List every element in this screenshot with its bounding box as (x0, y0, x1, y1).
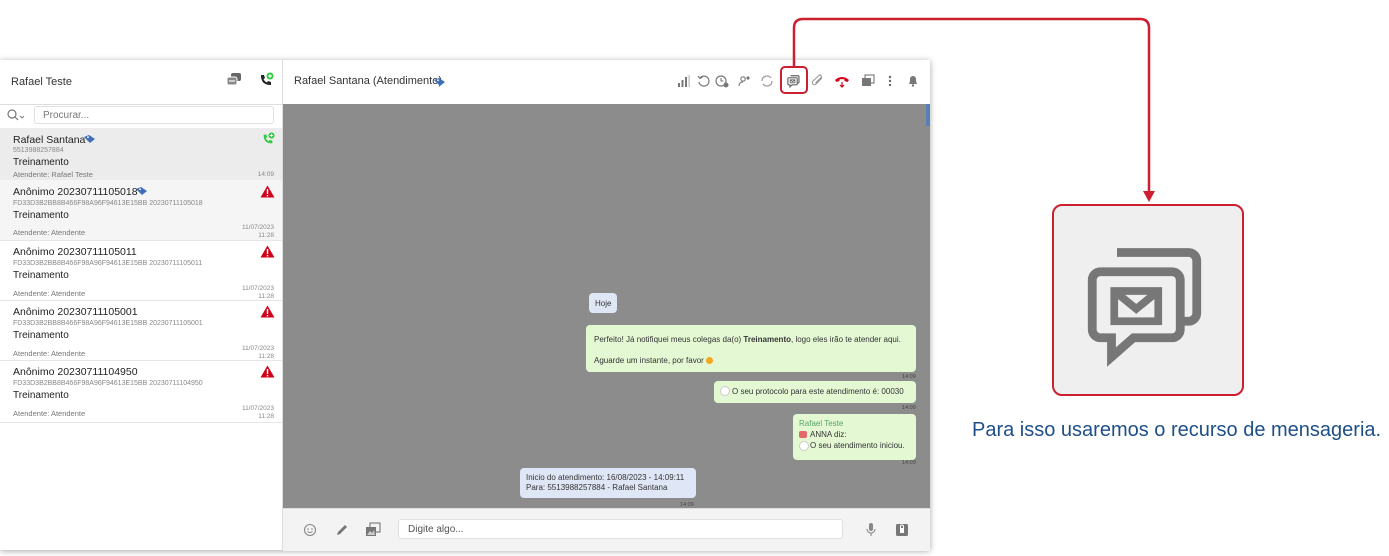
messaging-icon-callout (1052, 204, 1244, 396)
messaging-icon (1087, 248, 1202, 367)
caption-text: Para isso usaremos o recurso de mensager… (972, 419, 1382, 441)
